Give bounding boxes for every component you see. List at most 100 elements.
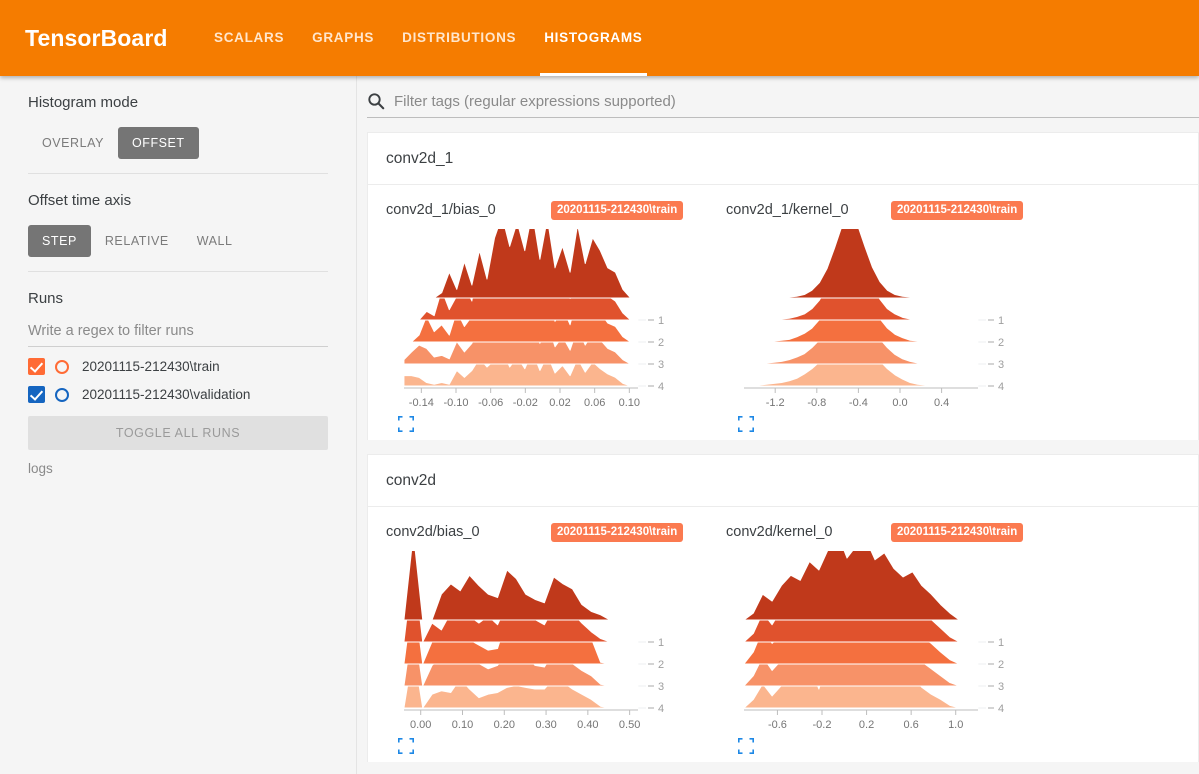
histogram-chart[interactable]: 1 2 3 4 -1.2 -0.8 -0.4 0.0 0.4 bbox=[726, 229, 1026, 414]
histogram-mode-title: Histogram mode bbox=[28, 94, 139, 111]
search-icon bbox=[368, 93, 385, 110]
y-axis-tick-label: 1 bbox=[658, 315, 664, 327]
runs-title: Runs bbox=[28, 290, 64, 307]
histogram-mode-button-overlay[interactable]: OVERLAY bbox=[28, 127, 118, 159]
x-axis-tick-label: -0.8 bbox=[807, 397, 826, 409]
fullscreen-expand-icon[interactable] bbox=[738, 416, 754, 432]
tag-filter-bar[interactable]: Filter tags (regular expressions support… bbox=[367, 92, 1199, 118]
nav-tab-histograms[interactable]: HISTOGRAMS bbox=[530, 0, 656, 76]
sidebar: Histogram mode OVERLAY OFFSET Offset time… bbox=[0, 76, 357, 774]
x-axis-tick-label: -0.10 bbox=[443, 397, 468, 409]
x-axis-tick-label: 0.10 bbox=[619, 397, 640, 409]
offset-time-axis-title: Offset time axis bbox=[28, 192, 132, 209]
tensorboard-app: TensorBoard SCALARS GRAPHS DISTRIBUTIONS HI… bbox=[0, 0, 1199, 774]
y-axis-tick-label: 3 bbox=[658, 681, 664, 693]
nav-tab-distributions[interactable]: DISTRIBUTIONS bbox=[388, 0, 530, 76]
offset-time-axis-buttons: STEP RELATIVE WALL bbox=[28, 225, 328, 257]
runs-filter-input[interactable]: Write a regex to filter runs bbox=[28, 323, 328, 347]
x-axis-tick-label: 0.10 bbox=[452, 719, 473, 731]
tag-card: conv2d_1 conv2d_1/bias_0 20201115-212430\t… bbox=[367, 132, 1199, 440]
histogram-chart[interactable]: 1 2 3 4 -0.14 -0.10 -0.06 -0.02 0.02 0.06 0.10 bbox=[386, 229, 686, 414]
y-axis-tick-label: 3 bbox=[998, 359, 1004, 371]
tag-card-title[interactable]: conv2d_1 bbox=[368, 133, 1198, 185]
x-axis-tick-label: 0.02 bbox=[549, 397, 570, 409]
runs-section: Runs Write a regex to filter runs 202011… bbox=[28, 272, 328, 490]
chart-header: conv2d_1/kernel_0 20201115-212430\train bbox=[726, 199, 1048, 221]
y-axis-tick-label: 1 bbox=[658, 637, 664, 649]
chart-header: conv2d/kernel_0 20201115-212430\train bbox=[726, 521, 1048, 543]
histogram-mode-buttons: OVERLAY OFFSET bbox=[28, 127, 328, 159]
nav-tab-graphs[interactable]: GRAPHS bbox=[298, 0, 388, 76]
x-axis-tick-label: 0.0 bbox=[892, 397, 907, 409]
x-axis-tick-label: 0.20 bbox=[494, 719, 515, 731]
x-axis-tick-label: -0.14 bbox=[409, 397, 434, 409]
chart-header: conv2d/bias_0 20201115-212430\train bbox=[386, 521, 708, 543]
chart-cell: conv2d/bias_0 20201115-212430\train 1 2 3 4 0.… bbox=[368, 507, 708, 754]
chart-cell: conv2d/kernel_0 20201115-212430\train 1 2 3 4… bbox=[708, 507, 1048, 754]
x-axis-tick-label: 0.4 bbox=[934, 397, 949, 409]
time-axis-button-wall[interactable]: WALL bbox=[183, 225, 247, 257]
x-axis-tick-label: 0.2 bbox=[859, 719, 874, 731]
chart-cell: conv2d_1/bias_0 20201115-212430\train 1 2 3 4… bbox=[368, 185, 708, 432]
histogram-chart[interactable]: 1 2 3 4 0.00 0.10 0.20 0.30 0.40 0.50 bbox=[386, 551, 686, 736]
main-panel: Filter tags (regular expressions support… bbox=[357, 76, 1199, 774]
histogram-mode-button-offset[interactable]: OFFSET bbox=[117, 127, 199, 159]
y-axis-tick-label: 2 bbox=[998, 659, 1004, 671]
x-axis-tick-label: -1.2 bbox=[766, 397, 785, 409]
logs-label: logs bbox=[28, 461, 53, 476]
x-axis-tick-label: -0.6 bbox=[768, 719, 787, 731]
histogram-ridge bbox=[403, 229, 639, 299]
x-axis-tick-label: -0.4 bbox=[849, 397, 868, 409]
x-axis-tick-label: 1.0 bbox=[948, 719, 963, 731]
x-axis-tick-label: -0.2 bbox=[813, 719, 832, 731]
x-axis-tick-label: 0.40 bbox=[577, 719, 598, 731]
histogram-ridge bbox=[743, 229, 979, 299]
time-axis-button-step[interactable]: STEP bbox=[28, 225, 91, 257]
y-axis-tick-label: 2 bbox=[658, 659, 664, 671]
x-axis-tick-label: 0.50 bbox=[619, 719, 640, 731]
y-axis-tick-label: 4 bbox=[658, 381, 664, 393]
x-axis-tick-label: 0.00 bbox=[410, 719, 431, 731]
nav-tab-scalars[interactable]: SCALARS bbox=[200, 0, 298, 76]
x-axis-tick-label: -0.02 bbox=[513, 397, 538, 409]
chart-header: conv2d_1/bias_0 20201115-212430\train bbox=[386, 199, 708, 221]
run-badge: 20201115-212430\train bbox=[891, 522, 1024, 542]
y-axis-tick-label: 4 bbox=[658, 703, 664, 715]
y-axis-tick-label: 2 bbox=[998, 337, 1004, 349]
fullscreen-expand-icon[interactable] bbox=[398, 416, 414, 432]
histogram-ridge bbox=[743, 551, 979, 621]
chart-title: conv2d_1/bias_0 bbox=[386, 202, 496, 218]
tag-card-title[interactable]: conv2d bbox=[368, 455, 1198, 507]
y-axis-tick-label: 1 bbox=[998, 637, 1004, 649]
offset-time-axis-section: Offset time axis STEP RELATIVE WALL bbox=[28, 174, 328, 272]
run-color-circle-icon[interactable] bbox=[55, 359, 69, 374]
nav-tabs: SCALARS GRAPHS DISTRIBUTIONS HISTOGRAMS bbox=[200, 0, 657, 76]
run-badge: 20201115-212430\train bbox=[551, 200, 684, 220]
run-row[interactable]: 20201115-212430\validation bbox=[28, 386, 328, 403]
run-checkbox[interactable] bbox=[28, 358, 45, 375]
run-checkbox[interactable] bbox=[28, 386, 45, 403]
toggle-all-runs-button[interactable]: TOGGLE ALL RUNS bbox=[28, 416, 328, 450]
fullscreen-expand-icon[interactable] bbox=[738, 738, 754, 754]
charts-row: conv2d/bias_0 20201115-212430\train 1 2 3 4 0.… bbox=[368, 507, 1198, 762]
histogram-chart[interactable]: 1 2 3 4 -0.6 -0.2 0.2 0.6 1.0 bbox=[726, 551, 1026, 736]
run-color-circle-icon[interactable] bbox=[55, 387, 69, 402]
run-badge: 20201115-212430\train bbox=[891, 200, 1024, 220]
tag-filter-input[interactable]: Filter tags (regular expressions support… bbox=[394, 93, 676, 110]
app-brand: TensorBoard bbox=[25, 24, 168, 51]
run-badge: 20201115-212430\train bbox=[551, 522, 684, 542]
charts-row: conv2d_1/bias_0 20201115-212430\train 1 2 3 4… bbox=[368, 185, 1198, 440]
chart-title: conv2d/kernel_0 bbox=[726, 524, 833, 540]
x-axis-tick-label: 0.30 bbox=[535, 719, 556, 731]
y-axis-tick-label: 3 bbox=[998, 681, 1004, 693]
time-axis-button-relative[interactable]: RELATIVE bbox=[91, 225, 183, 257]
histogram-mode-section: Histogram mode OVERLAY OFFSET bbox=[28, 76, 328, 174]
y-axis-tick-label: 4 bbox=[998, 381, 1004, 393]
fullscreen-expand-icon[interactable] bbox=[398, 738, 414, 754]
x-axis-tick-label: 0.06 bbox=[584, 397, 605, 409]
app-header: TensorBoard SCALARS GRAPHS DISTRIBUTIONS HI… bbox=[0, 0, 1199, 76]
cards-container: conv2d_1 conv2d_1/bias_0 20201115-212430\t… bbox=[357, 132, 1199, 762]
x-axis-tick-label: -0.06 bbox=[478, 397, 503, 409]
run-row[interactable]: 20201115-212430\train bbox=[28, 358, 328, 375]
y-axis-tick-label: 1 bbox=[998, 315, 1004, 327]
